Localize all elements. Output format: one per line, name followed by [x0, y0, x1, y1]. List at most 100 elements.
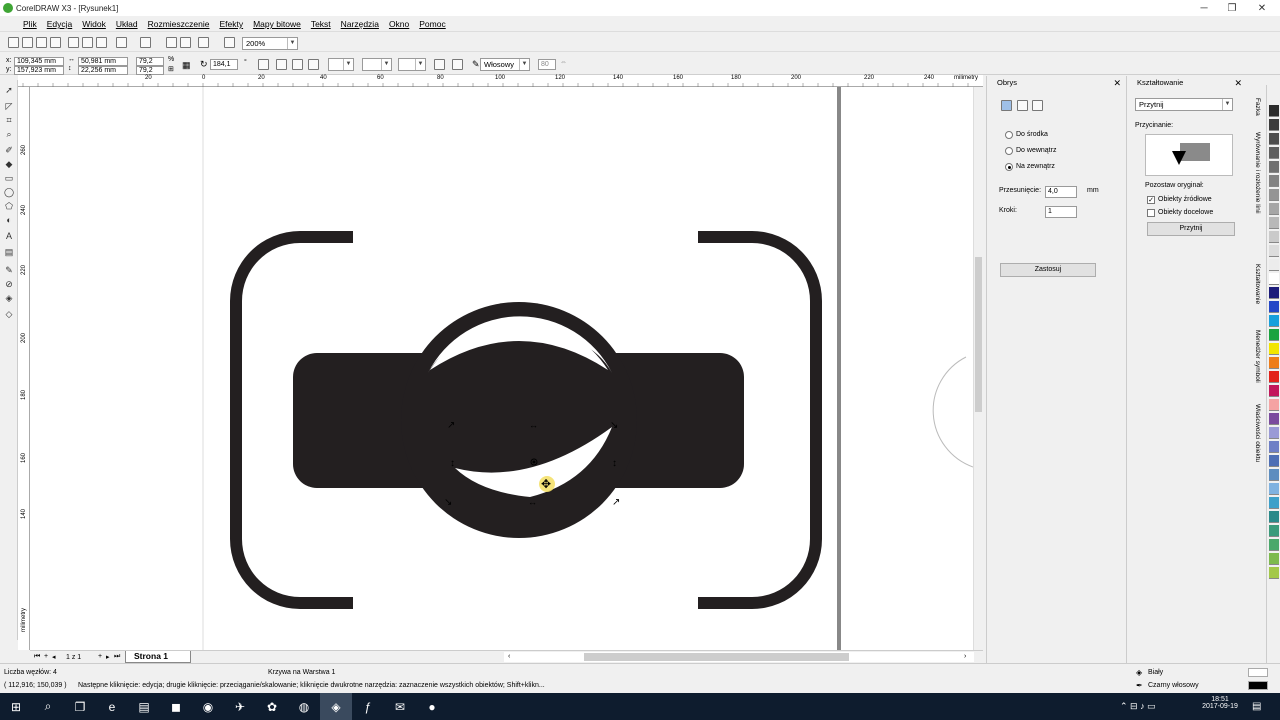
tab-properties[interactable]: Właściwości obiektu: [1249, 404, 1261, 484]
palette-swatch[interactable]: [1269, 539, 1279, 551]
copy-icon[interactable]: [82, 37, 93, 48]
shaping-mode-select[interactable]: Przytnij ▼: [1135, 98, 1233, 111]
fill-tool-icon[interactable]: ◈: [3, 292, 15, 304]
save-icon[interactable]: [36, 37, 47, 48]
menu-narzedzia[interactable]: Narzędzia: [336, 19, 384, 29]
palette-swatch[interactable]: [1269, 469, 1279, 481]
palette-swatch[interactable]: [1269, 105, 1279, 117]
vertical-scroll-thumb[interactable]: [975, 257, 982, 412]
acceleration-icon[interactable]: [1032, 100, 1043, 111]
outline-tool-icon[interactable]: ⊘: [3, 278, 15, 290]
wrap-text-icon[interactable]: [452, 59, 463, 70]
paste-icon[interactable]: [96, 37, 107, 48]
scroll-left-icon[interactable]: ‹: [508, 653, 510, 660]
menu-pomoc[interactable]: Pomoc: [414, 19, 450, 29]
tab-align[interactable]: Wyrównanie i rozłożenie linii: [1249, 132, 1261, 252]
prev-page-icon[interactable]: ◂: [52, 653, 56, 661]
zoom-tool-icon[interactable]: ⌕: [3, 128, 15, 140]
palette-swatch[interactable]: [1269, 427, 1279, 439]
menu-edycja[interactable]: Edycja: [42, 19, 78, 29]
source-objects-checkbox[interactable]: ✓: [1147, 196, 1155, 204]
edge-icon[interactable]: e: [96, 693, 128, 720]
palette-swatch[interactable]: [1269, 231, 1279, 243]
cut-icon[interactable]: [68, 37, 79, 48]
freehand-tool-icon[interactable]: ✐: [3, 144, 15, 156]
palette-swatch[interactable]: [1269, 245, 1279, 257]
start-arrow-select[interactable]: ▼: [328, 58, 354, 71]
palette-swatch[interactable]: [1269, 483, 1279, 495]
app-icon[interactable]: ✿: [256, 693, 288, 720]
line-style-select[interactable]: ▼: [362, 58, 392, 71]
launcher-icon[interactable]: [198, 37, 209, 48]
scroll-right-icon[interactable]: ›: [964, 653, 966, 660]
outline-swatch[interactable]: [1248, 681, 1268, 690]
menu-rozmieszczenie[interactable]: Rozmieszczenie: [143, 19, 215, 29]
font-app-icon[interactable]: ƒ: [352, 693, 384, 720]
media-app-icon[interactable]: ✈: [224, 693, 256, 720]
rectangle-tool-icon[interactable]: ▭: [3, 172, 15, 184]
palette-swatch[interactable]: [1269, 119, 1279, 131]
palette-swatch[interactable]: [1269, 525, 1279, 537]
mirror-vertical-icon[interactable]: [276, 59, 287, 70]
width-field[interactable]: 50,981 mm: [78, 57, 128, 66]
trim-button[interactable]: Przytnij: [1147, 222, 1235, 236]
search-icon[interactable]: ⌕: [32, 693, 64, 720]
menu-tekst[interactable]: Tekst: [306, 19, 336, 29]
smart-fill-icon[interactable]: ◆: [3, 158, 15, 170]
vertical-scrollbar[interactable]: [973, 87, 983, 650]
open-icon[interactable]: [22, 37, 33, 48]
menu-efekty[interactable]: Efekty: [214, 19, 248, 29]
angle-field[interactable]: 184,1: [210, 59, 238, 70]
ellipse-tool-icon[interactable]: ◯: [3, 186, 15, 198]
zoom-level-select[interactable]: 200% ▼: [242, 37, 298, 50]
palette-swatch[interactable]: [1269, 553, 1279, 565]
palette-swatch[interactable]: [1269, 567, 1279, 579]
welcome-icon[interactable]: [224, 37, 235, 48]
palette-swatch[interactable]: [1269, 385, 1279, 397]
palette-swatch[interactable]: [1269, 301, 1279, 313]
palette-swatch[interactable]: [1269, 189, 1279, 201]
offset-field[interactable]: 4,0: [1045, 186, 1077, 198]
option-radio-selected[interactable]: [1005, 163, 1013, 171]
palette-swatch[interactable]: [1269, 315, 1279, 327]
horizontal-scrollbar[interactable]: ‹ ›: [504, 652, 974, 662]
y-position-field[interactable]: 157,923 mm: [14, 66, 64, 75]
add-page-after-icon[interactable]: +: [98, 653, 102, 660]
fill-swatch[interactable]: [1248, 668, 1268, 677]
text-tool-icon[interactable]: A: [3, 230, 15, 242]
steps-field[interactable]: 1: [1045, 206, 1077, 218]
menu-uklad[interactable]: Układ: [111, 19, 143, 29]
option-radio[interactable]: [1005, 147, 1013, 155]
curve-smoothness-field[interactable]: 80: [538, 59, 556, 70]
menu-okno[interactable]: Okno: [384, 19, 414, 29]
lock-ratio-icon[interactable]: ⊞: [168, 65, 174, 73]
palette-swatch[interactable]: [1269, 259, 1279, 271]
color-icon[interactable]: [1017, 100, 1028, 111]
palette-swatch[interactable]: [1269, 371, 1279, 383]
page-tab[interactable]: Strona 1: [125, 651, 192, 663]
palette-swatch[interactable]: [1269, 133, 1279, 145]
notifications-icon[interactable]: ▤: [1252, 701, 1261, 712]
minimize-button[interactable]: ─: [1190, 0, 1218, 16]
palette-swatch[interactable]: [1269, 147, 1279, 159]
palette-swatch[interactable]: [1269, 455, 1279, 467]
target-objects-checkbox[interactable]: [1147, 209, 1155, 217]
redo-icon[interactable]: [140, 37, 151, 48]
wrap-icon[interactable]: [308, 59, 319, 70]
option-radio[interactable]: [1005, 131, 1013, 139]
store-icon[interactable]: ◼: [160, 693, 192, 720]
add-page-icon[interactable]: +: [44, 653, 48, 660]
palette-swatch[interactable]: [1269, 175, 1279, 187]
tab-symbols[interactable]: Menedżer symboli: [1249, 330, 1261, 395]
menu-widok[interactable]: Widok: [77, 19, 111, 29]
palette-swatch[interactable]: [1269, 161, 1279, 173]
palette-swatch[interactable]: [1269, 441, 1279, 453]
palette-swatch[interactable]: [1269, 357, 1279, 369]
spotify-icon[interactable]: ●: [416, 693, 448, 720]
mirror-horizontal-icon[interactable]: [258, 59, 269, 70]
palette-swatch[interactable]: [1269, 413, 1279, 425]
palette-swatch[interactable]: [1269, 287, 1279, 299]
drawing-canvas[interactable]: ↗ ↔ ↘ ↕ ↕ ↘ ↔ ↗ ✥: [30, 87, 973, 650]
first-page-icon[interactable]: ⏮: [34, 653, 40, 661]
interactive-fill-icon[interactable]: ◇: [3, 308, 15, 320]
